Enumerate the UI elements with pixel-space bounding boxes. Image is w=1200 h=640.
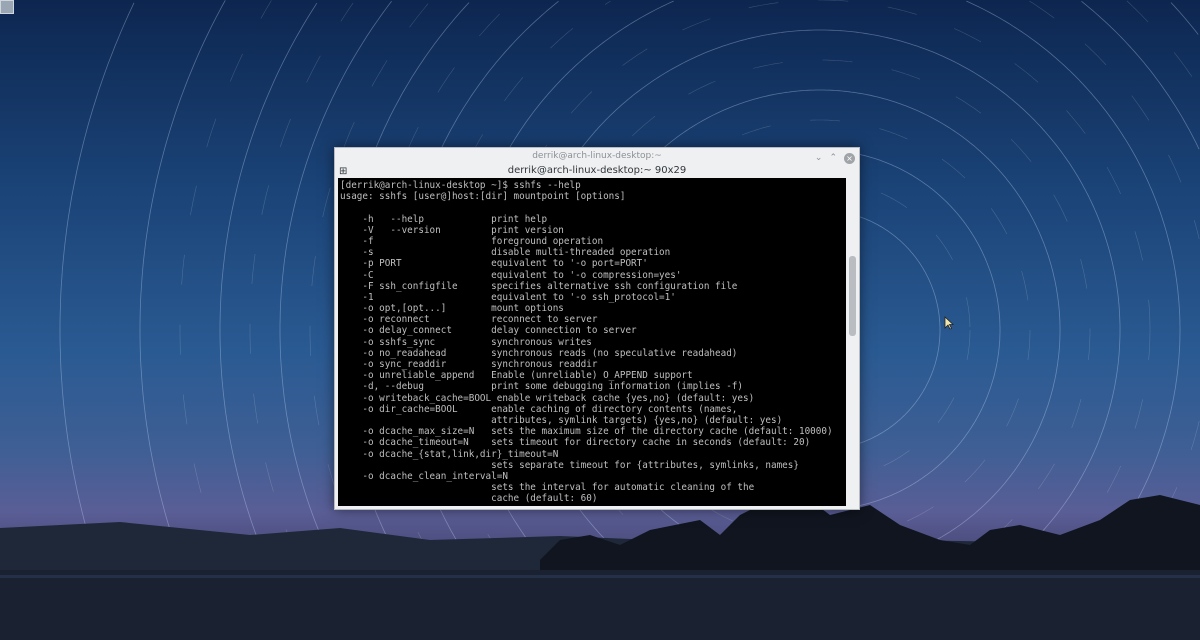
terminal-line: -1 equivalent to '-o ssh_protocol=1': [340, 291, 676, 303]
tab-bar: ⊞ derrik@arch-linux-desktop:~ 90x29: [335, 164, 859, 178]
terminal-window: derrik@arch-linux-desktop:~ ⌄ ⌃ × ⊞ derr…: [334, 147, 860, 510]
terminal-line: -h --help print help: [340, 213, 548, 225]
terminal-line: -d, --debug print some debugging informa…: [340, 381, 743, 393]
terminal-line: -o dcache_{stat,link,dir}_timeout=N: [340, 448, 559, 460]
close-button[interactable]: ×: [844, 152, 855, 164]
terminal-line: -o dcache_clean_interval=N: [340, 470, 508, 482]
terminal-lines: [derrik@arch-linux-desktop ~]$ sshfs --h…: [338, 178, 846, 504]
star-trail: [59, 2, 135, 559]
terminal-line: [derrik@arch-linux-desktop ~]$ sshfs --h…: [340, 180, 581, 191]
terminal-line: -o no_readahead synchronous reads (no sp…: [340, 347, 738, 359]
desktop-icon[interactable]: [0, 0, 14, 14]
terminal-line: attributes, symlink targets) {yes,no} (d…: [340, 414, 783, 426]
scrollbar-thumb[interactable]: [849, 256, 856, 336]
terminal-line: cache (default: 60): [340, 493, 598, 505]
terminal-line: -f foreground operation: [340, 235, 604, 247]
terminal-line: -o sync_readdir synchronous readdir: [340, 359, 598, 370]
terminal-line: -V --version print version: [340, 224, 564, 236]
mouse-pointer-icon: [944, 316, 954, 330]
terminal-line: -o dcache_max_size=N sets the maximum si…: [340, 426, 833, 438]
terminal-line: -p PORT equivalent to '-o port=PORT': [340, 258, 648, 270]
terminal-output[interactable]: [derrik@arch-linux-desktop ~]$ sshfs --h…: [338, 178, 846, 506]
terminal-line: -o writeback_cache=BOOL enable writeback…: [340, 392, 755, 404]
split-view-icon[interactable]: ⊞: [339, 165, 347, 179]
terminal-line: -o reconnect reconnect to server: [340, 314, 598, 326]
terminal-line: sets the interval for automatic cleaning…: [340, 482, 755, 494]
terminal-line: -o opt,[opt...] mount options: [340, 303, 564, 315]
terminal-line: -o sshfs_sync synchronous writes: [340, 336, 592, 348]
tab-title[interactable]: derrik@arch-linux-desktop:~ 90x29: [508, 165, 687, 176]
star-trail: [219, 2, 318, 560]
star-trail: [179, 0, 272, 560]
terminal-line: -o dcache_timeout=N sets timeout for dir…: [340, 437, 811, 449]
window-titlebar[interactable]: derrik@arch-linux-desktop:~ ⌄ ⌃ ×: [335, 148, 859, 164]
terminal-line: -F ssh_configfile specifies alternative …: [340, 280, 738, 292]
star-trail: [139, 0, 226, 558]
terminal-line: -s disable multi-threaded operation: [340, 247, 671, 259]
scrollbar[interactable]: [848, 178, 857, 506]
terminal-line: -o delay_connect delay connection to ser…: [340, 325, 637, 337]
terminal-line: -o unreliable_append Enable (unreliable)…: [340, 370, 693, 382]
terminal-line: sets separate timeout for {attributes, s…: [340, 459, 799, 471]
window-title: derrik@arch-linux-desktop:~: [532, 151, 662, 161]
lake: [0, 570, 1200, 640]
lake-reflection: [0, 575, 1200, 578]
terminal-line: -C equivalent to '-o compression=yes': [340, 269, 682, 281]
terminal-line: -o dir_cache=BOOL enable caching of dire…: [340, 403, 738, 415]
terminal-line: usage: sshfs [user@]host:[dir] mountpoin…: [340, 191, 626, 203]
